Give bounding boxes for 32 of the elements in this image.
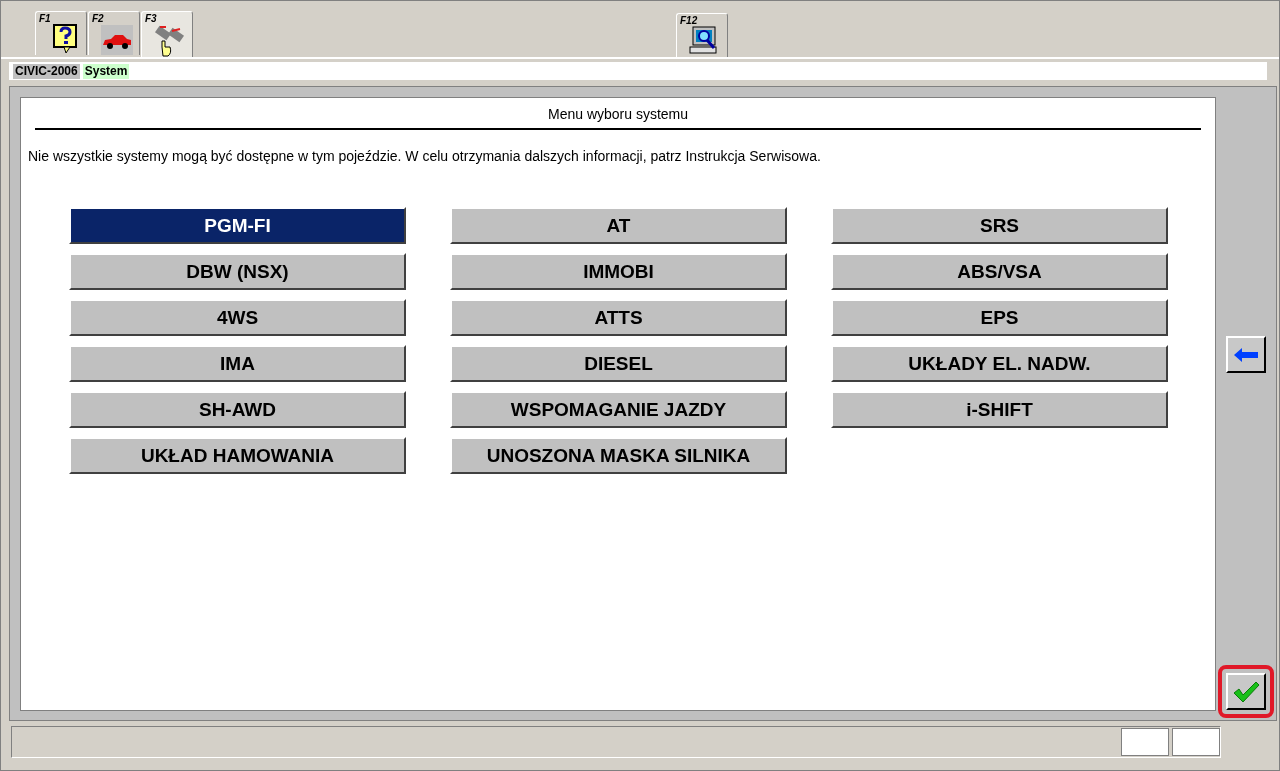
checkmark-icon	[1232, 679, 1260, 704]
question-bubble-icon	[52, 23, 80, 55]
system-button[interactable]: EPS	[831, 299, 1168, 336]
system-button[interactable]: UKŁADY EL. NADW.	[831, 345, 1168, 382]
function-tab[interactable]: F2	[88, 11, 140, 55]
system-button[interactable]: IMA	[69, 345, 406, 382]
system-button[interactable]: IMMOBI	[450, 253, 787, 290]
notice-text: Nie wszystkie systemy mogą być dostępne w tym pojeździe. W celu otrzymania dalszych informacji, patrz Instrukcja Serwisowa.	[28, 148, 822, 164]
hand-on-modules-icon	[152, 23, 186, 57]
breadcrumb-item: System	[82, 63, 130, 79]
system-button[interactable]: UNOSZONA MASKA SILNIKA	[450, 437, 787, 474]
car-icon	[101, 25, 133, 55]
system-button[interactable]: SH-AWD	[69, 391, 406, 428]
function-tab[interactable]: F1	[35, 11, 87, 55]
system-button[interactable]: ABS/VSA	[831, 253, 1168, 290]
function-tab[interactable]: F3	[141, 11, 193, 57]
system-button[interactable]: 4WS	[69, 299, 406, 336]
panel-title: Menu wyboru systemu	[35, 98, 1201, 130]
breadcrumb-item: CIVIC-2006	[13, 63, 80, 79]
system-button[interactable]: AT	[450, 207, 787, 244]
left-arrow-icon	[1233, 346, 1259, 363]
back-button[interactable]	[1226, 336, 1266, 373]
system-button[interactable]: WSPOMAGANIE JAZDY	[450, 391, 787, 428]
system-button[interactable]: ATTS	[450, 299, 787, 336]
system-button[interactable]: DIESEL	[450, 345, 787, 382]
system-button[interactable]: SRS	[831, 207, 1168, 244]
system-button[interactable]: i-SHIFT	[831, 391, 1168, 428]
system-button[interactable]: PGM-FI	[69, 207, 406, 244]
system-button[interactable]: UKŁAD HAMOWANIA	[69, 437, 406, 474]
function-tab[interactable]: F12	[676, 13, 728, 57]
confirm-button[interactable]	[1226, 673, 1266, 710]
system-button[interactable]: DBW (NSX)	[69, 253, 406, 290]
